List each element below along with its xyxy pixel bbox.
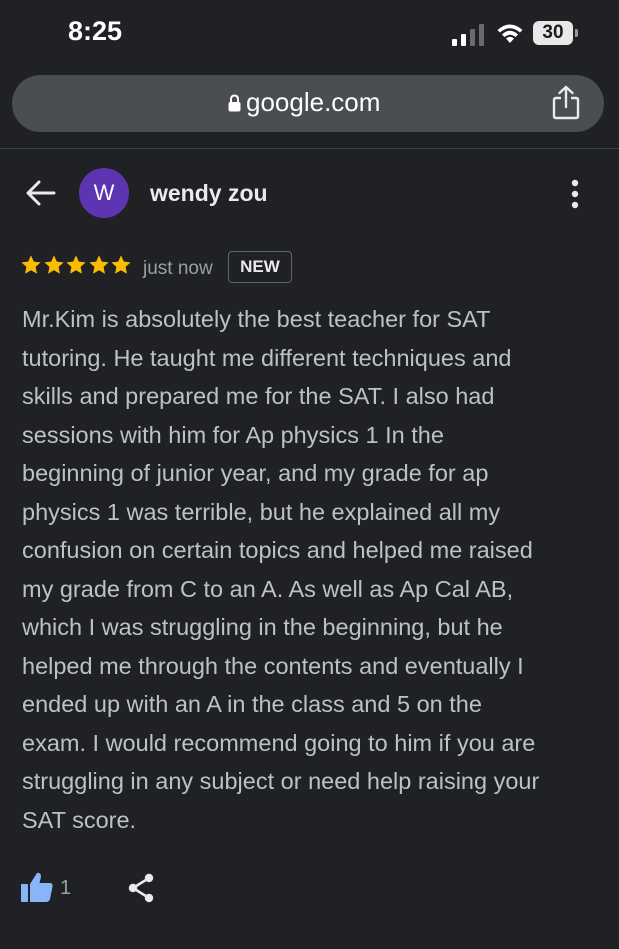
signal-icon bbox=[452, 24, 484, 46]
wifi-icon bbox=[497, 24, 523, 43]
back-button[interactable] bbox=[24, 176, 58, 210]
share-icon[interactable] bbox=[551, 85, 581, 121]
review-text: Mr.Kim is absolutely the best teacher fo… bbox=[22, 306, 540, 833]
status-time: 8:25 bbox=[68, 16, 123, 46]
more-button[interactable] bbox=[562, 178, 588, 210]
review-time: just now bbox=[143, 258, 213, 279]
arrow-left-icon bbox=[26, 180, 56, 206]
star-icon bbox=[88, 255, 109, 274]
battery-nub bbox=[575, 29, 578, 37]
like-button[interactable] bbox=[20, 871, 54, 903]
status-bar: 8:25 30 bbox=[0, 0, 619, 70]
reviewer-name[interactable]: wendy zou bbox=[150, 180, 268, 207]
share-review-button[interactable] bbox=[126, 872, 156, 904]
star-icon bbox=[21, 255, 41, 274]
share-nodes-icon bbox=[128, 873, 154, 903]
star-icon bbox=[111, 255, 131, 274]
star-icon bbox=[66, 255, 86, 274]
like-count: 1 bbox=[60, 877, 72, 899]
new-badge: NEW bbox=[228, 251, 292, 283]
lock-icon bbox=[228, 94, 241, 112]
avatar[interactable]: W bbox=[79, 168, 129, 218]
star-icon bbox=[43, 255, 64, 274]
more-vertical-icon bbox=[571, 179, 579, 209]
thumbs-up-icon bbox=[21, 872, 53, 902]
battery-indicator: 30 bbox=[533, 21, 573, 45]
url-text[interactable]: google.com bbox=[246, 87, 380, 118]
star-rating bbox=[20, 254, 133, 282]
